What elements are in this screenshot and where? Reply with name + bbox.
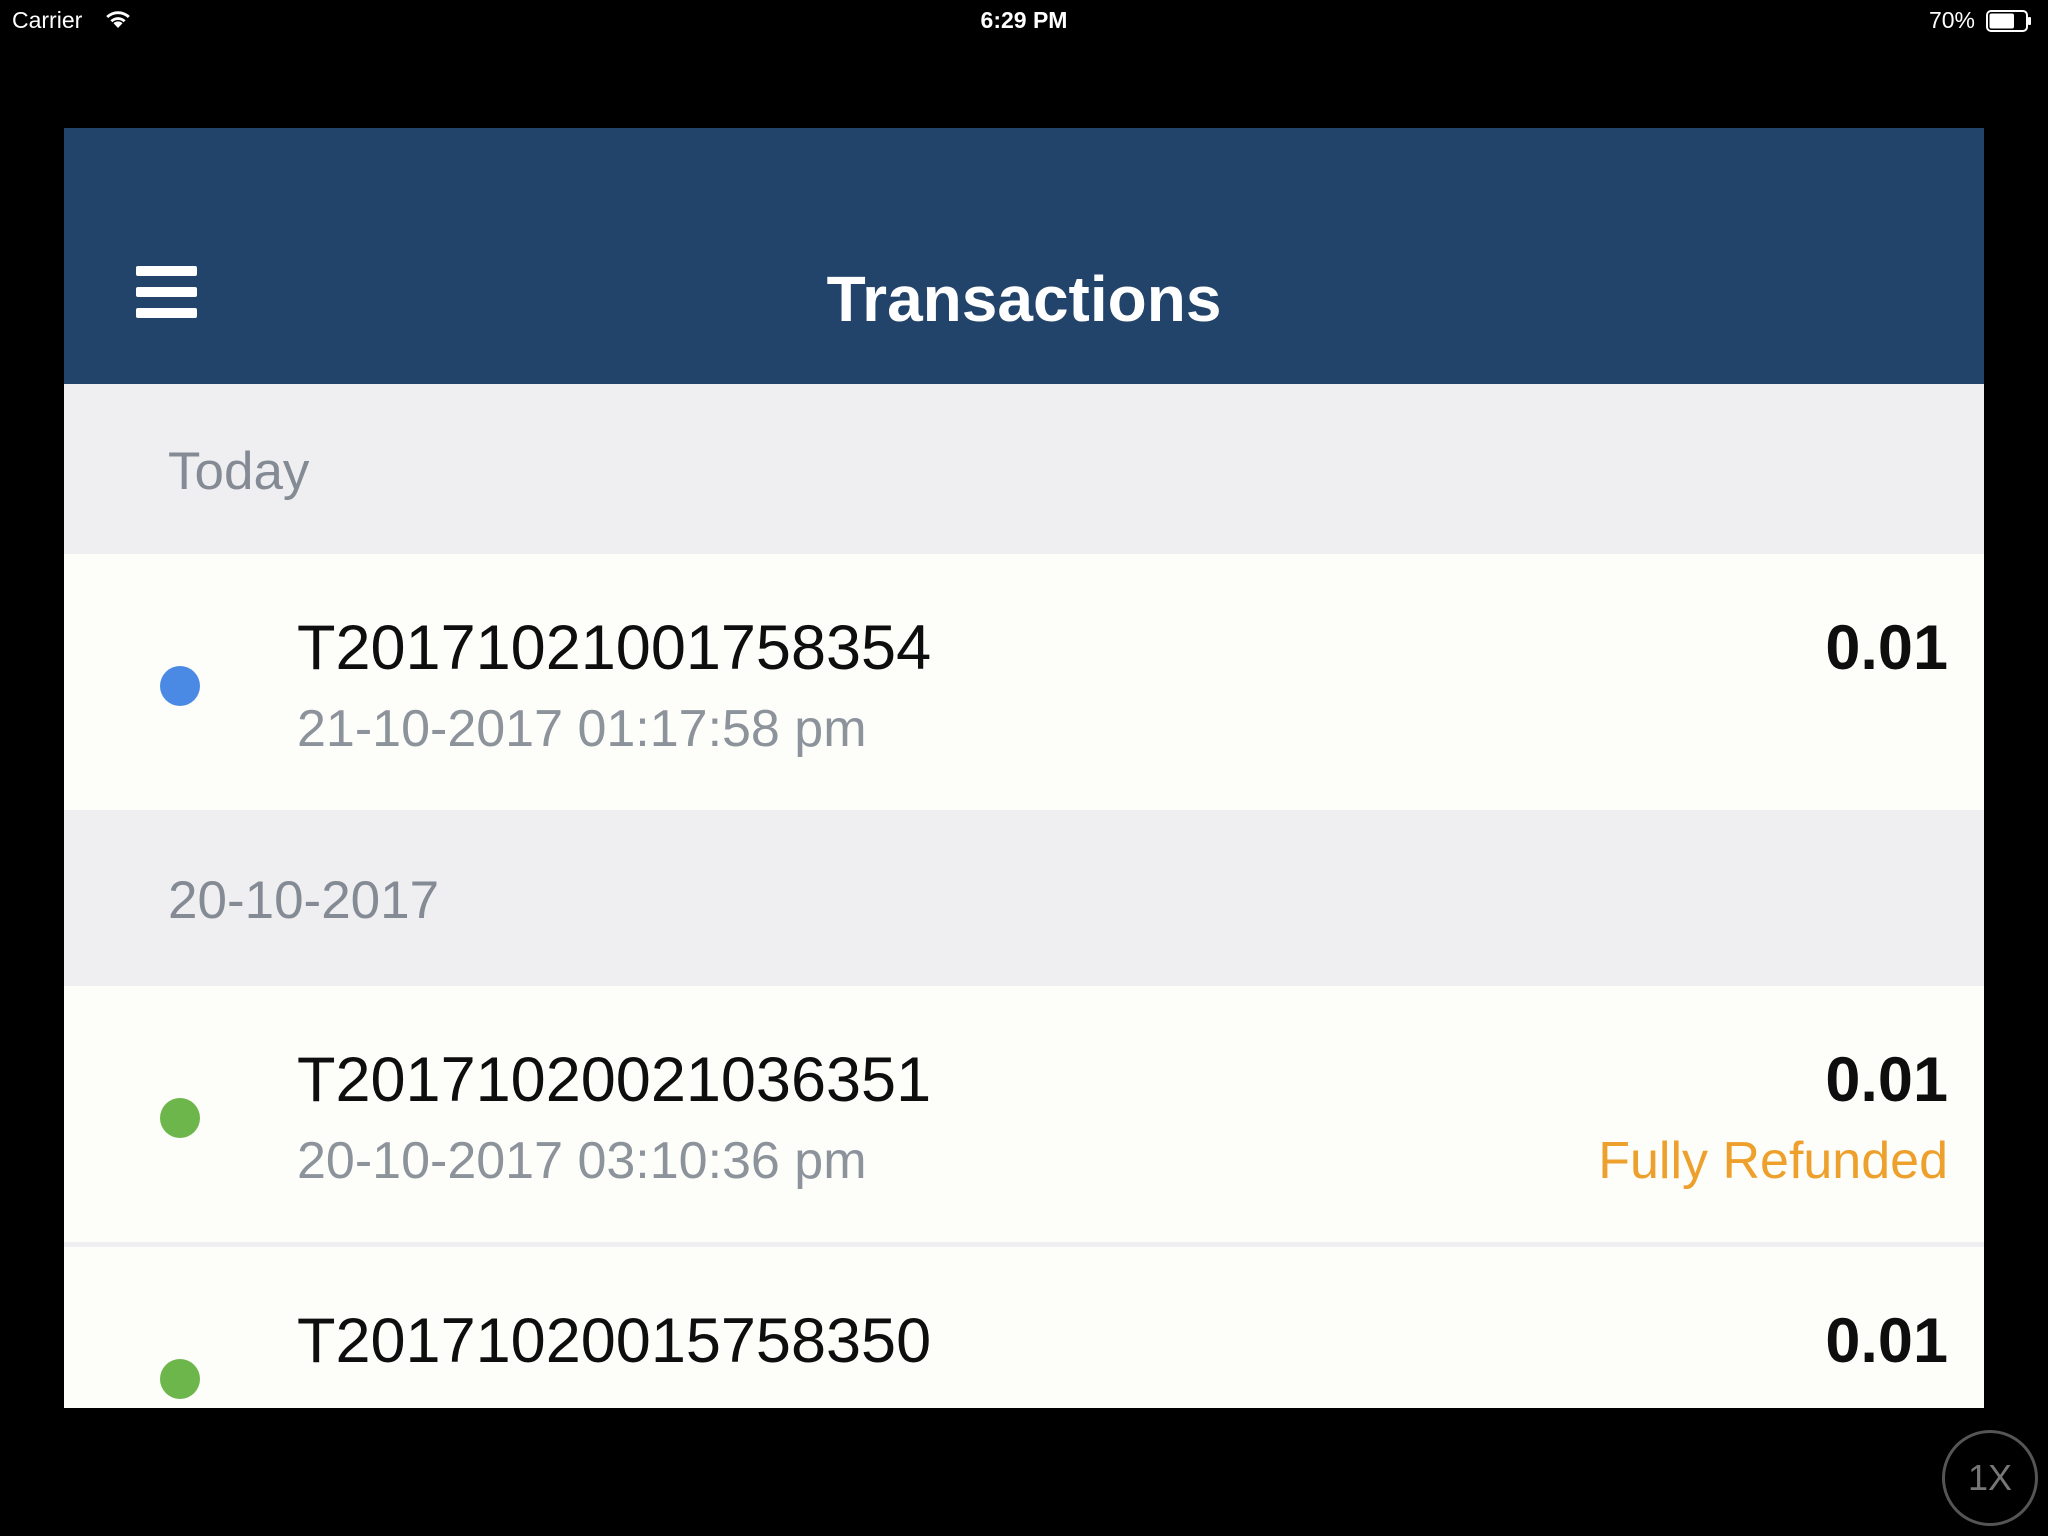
battery-icon — [1986, 10, 2031, 32]
section-header-20-10-2017: 20-10-2017 — [64, 810, 1984, 986]
playback-speed-button[interactable]: 1X — [1942, 1430, 2038, 1526]
refund-status-label: Fully Refunded — [1598, 1132, 1948, 1190]
status-dot-icon — [160, 1359, 200, 1399]
section-header-label: Today — [168, 442, 310, 501]
transaction-row[interactable]: T20171020021036351 20-10-2017 03:10:36 p… — [64, 986, 1984, 1242]
transaction-id: T20171020021036351 — [297, 1045, 932, 1115]
transaction-amount: 0.01 — [1825, 1306, 1948, 1376]
transaction-datetime: 21-10-2017 01:17:58 pm — [297, 700, 867, 758]
navigation-bar: Transactions — [64, 128, 1984, 384]
status-time: 6:29 PM — [980, 7, 1068, 33]
status-dot-icon — [160, 1098, 200, 1138]
transaction-id: T20171021001758354 — [297, 613, 932, 683]
transaction-list[interactable]: Today T20171021001758354 21-10-2017 01:1… — [64, 384, 1984, 1408]
transaction-amount: 0.01 — [1825, 1045, 1948, 1115]
page-title: Transactions — [826, 263, 1222, 335]
transactions-screen: Transactions Today T20171021001758354 21… — [64, 128, 1984, 1408]
section-header-today: Today — [64, 384, 1984, 554]
transaction-datetime: 20-10-2017 03:10:36 pm — [297, 1132, 867, 1190]
transaction-amount: 0.01 — [1825, 613, 1948, 683]
section-header-label: 20-10-2017 — [168, 871, 440, 930]
status-dot-icon — [160, 666, 200, 706]
transaction-id: T20171020015758350 — [297, 1306, 932, 1376]
device-screen: Carrier 6:29 PM 70% Transactions Today T… — [0, 0, 2048, 1536]
transaction-row[interactable]: T20171020015758350 0.01 — [64, 1247, 1984, 1408]
battery-percentage: 70% — [1928, 7, 1975, 33]
transaction-row[interactable]: T20171021001758354 21-10-2017 01:17:58 p… — [64, 554, 1984, 810]
status-bar: Carrier 6:29 PM 70% — [0, 0, 2048, 40]
